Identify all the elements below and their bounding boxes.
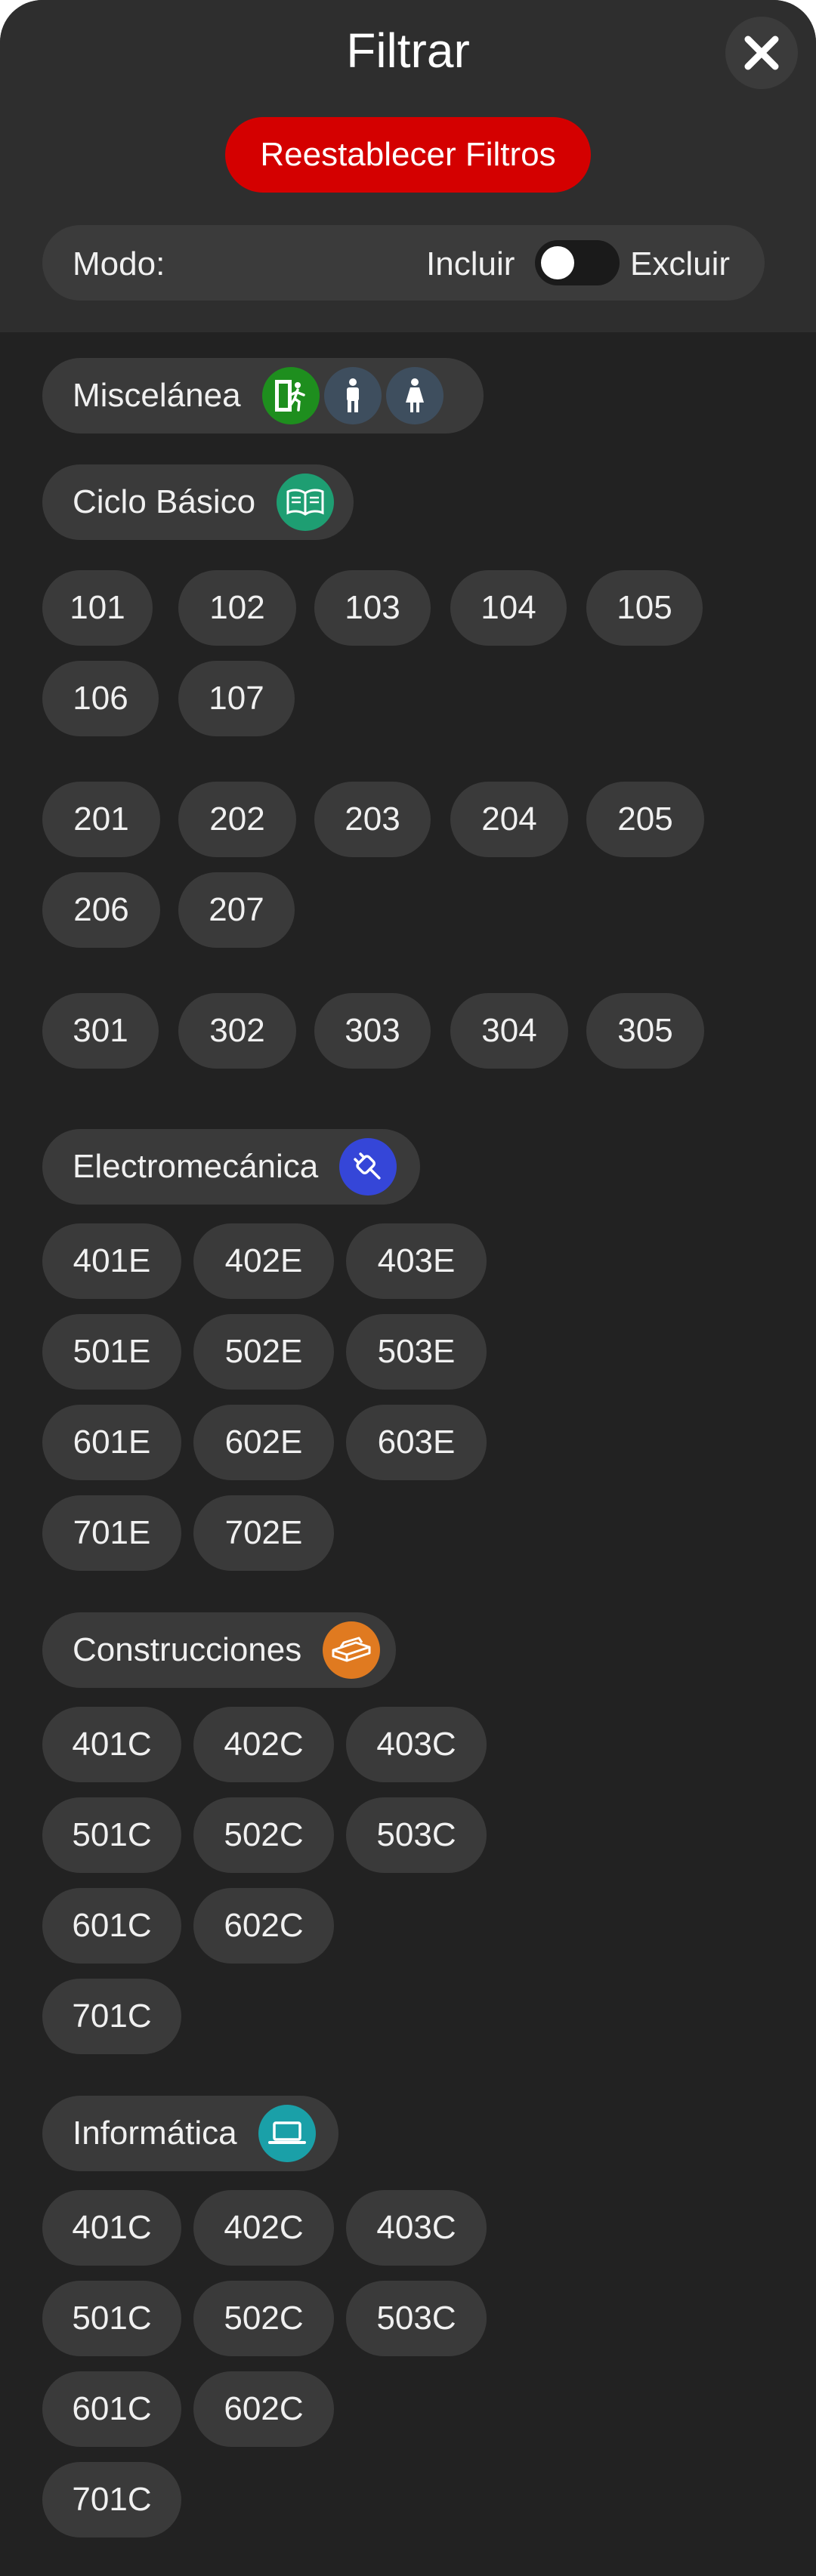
room-chip-101[interactable]: 101	[42, 570, 153, 646]
room-chip-403e[interactable]: 403E	[346, 1223, 487, 1299]
room-chip-503c-info[interactable]: 503C	[346, 2281, 487, 2356]
bricks-icon	[323, 1621, 381, 1679]
room-chip-502c-info[interactable]: 502C	[193, 2281, 334, 2356]
room-chip-501c-info[interactable]: 501C	[42, 2281, 181, 2356]
close-icon	[742, 33, 781, 72]
include-label[interactable]: Incluir	[426, 245, 515, 283]
room-chip-107[interactable]: 107	[178, 661, 295, 736]
category-label: Miscelánea	[73, 377, 241, 414]
room-chip-502c[interactable]: 502C	[193, 1797, 334, 1873]
plug-icon	[339, 1138, 397, 1195]
category-miscelanea[interactable]: Miscelánea	[42, 358, 484, 433]
laptop-icon	[258, 2105, 316, 2162]
room-chip-305[interactable]: 305	[586, 993, 704, 1069]
room-chip-401c-info[interactable]: 401C	[42, 2190, 181, 2266]
room-chip-603e[interactable]: 603E	[346, 1405, 487, 1480]
room-chip-204[interactable]: 204	[450, 782, 568, 857]
room-chip-601c[interactable]: 601C	[42, 1888, 181, 1964]
womens-restroom-icon[interactable]	[385, 367, 444, 424]
room-chip-503c[interactable]: 503C	[346, 1797, 487, 1873]
room-chip-602c[interactable]: 602C	[193, 1888, 334, 1964]
room-chip-104[interactable]: 104	[450, 570, 567, 646]
room-chip-401e[interactable]: 401E	[42, 1223, 181, 1299]
room-chip-602c-info[interactable]: 602C	[193, 2371, 334, 2447]
room-chip-501e[interactable]: 501E	[42, 1314, 181, 1390]
emergency-exit-icon[interactable]	[261, 367, 320, 424]
category-label: Electromecánica	[73, 1148, 319, 1185]
room-chip-601e[interactable]: 601E	[42, 1405, 181, 1480]
room-chip-304[interactable]: 304	[450, 993, 568, 1069]
mens-restroom-icon[interactable]	[323, 367, 382, 424]
room-chip-205[interactable]: 205	[586, 782, 704, 857]
mode-row: Modo: Incluir Excluir	[42, 225, 765, 301]
room-chip-105[interactable]: 105	[586, 570, 703, 646]
category-label: Informática	[73, 2115, 237, 2152]
room-chip-701c[interactable]: 701C	[42, 1979, 181, 2054]
room-chip-403c-info[interactable]: 403C	[346, 2190, 487, 2266]
close-button[interactable]	[725, 17, 798, 89]
room-chip-103[interactable]: 103	[314, 570, 431, 646]
room-chip-702e[interactable]: 702E	[193, 1495, 334, 1571]
room-chip-701c-info[interactable]: 701C	[42, 2462, 181, 2537]
room-chip-402e[interactable]: 402E	[193, 1223, 334, 1299]
mode-label: Modo:	[73, 245, 165, 282]
exclude-label[interactable]: Excluir	[630, 245, 730, 283]
category-label: Construcciones	[73, 1631, 302, 1668]
room-chip-501c[interactable]: 501C	[42, 1797, 181, 1873]
room-chip-203[interactable]: 203	[314, 782, 431, 857]
room-chip-402c[interactable]: 402C	[193, 1707, 334, 1782]
toggle-knob	[541, 246, 574, 279]
room-chip-207[interactable]: 207	[178, 872, 295, 948]
room-chip-201[interactable]: 201	[42, 782, 160, 857]
room-chip-206[interactable]: 206	[42, 872, 160, 948]
room-chip-301[interactable]: 301	[42, 993, 159, 1069]
category-ciclo-basico[interactable]: Ciclo Básico	[42, 464, 354, 540]
room-chip-402c-info[interactable]: 402C	[193, 2190, 334, 2266]
category-label: Ciclo Básico	[73, 483, 256, 520]
room-chip-202[interactable]: 202	[178, 782, 296, 857]
category-electromecanica[interactable]: Electromecánica	[42, 1129, 420, 1205]
room-chip-102[interactable]: 102	[178, 570, 296, 646]
category-informatica[interactable]: Informática	[42, 2096, 338, 2171]
filter-panel: Filtrar Reestablecer Filtros Modo: Inclu…	[0, 0, 816, 2576]
mode-toggle[interactable]	[535, 240, 620, 285]
room-chip-601c-info[interactable]: 601C	[42, 2371, 181, 2447]
room-chip-503e[interactable]: 503E	[346, 1314, 487, 1390]
open-book-icon	[277, 474, 335, 531]
category-construcciones[interactable]: Construcciones	[42, 1612, 396, 1688]
filter-header: Filtrar Reestablecer Filtros Modo: Inclu…	[0, 0, 816, 332]
room-chip-106[interactable]: 106	[42, 661, 159, 736]
room-chip-401c[interactable]: 401C	[42, 1707, 181, 1782]
room-chip-403c[interactable]: 403C	[346, 1707, 487, 1782]
room-chip-502e[interactable]: 502E	[193, 1314, 334, 1390]
room-chip-302[interactable]: 302	[178, 993, 296, 1069]
room-chip-701e[interactable]: 701E	[42, 1495, 181, 1571]
room-chip-303[interactable]: 303	[314, 993, 431, 1069]
reset-filters-button[interactable]: Reestablecer Filtros	[225, 117, 591, 193]
page-title: Filtrar	[346, 23, 470, 78]
room-chip-602e[interactable]: 602E	[193, 1405, 334, 1480]
